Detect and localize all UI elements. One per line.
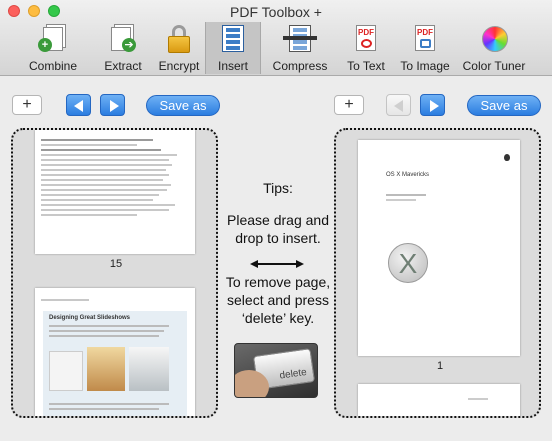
delete-key-label: delete (278, 366, 308, 382)
document-title: OS X Mavericks (386, 172, 430, 178)
section-heading: Designing Great Slideshows (49, 315, 131, 321)
toolbar-to-image-label: To Image (400, 59, 450, 73)
left-add-file-button[interactable]: + (12, 95, 42, 115)
left-document-panel[interactable]: 15 Designing Great Slideshows (11, 128, 218, 418)
page-thumbnail[interactable]: OS X Mavericks X (358, 140, 520, 356)
tips-insert-text: Please drag and drop to insert. (227, 212, 329, 246)
tips-panel: Tips: Please drag and drop to insert. To… (222, 180, 334, 327)
pdf-to-image-icon: PDF (410, 24, 440, 54)
toolbar-insert-label: Insert (217, 59, 248, 73)
toolbar-compress-label: Compress (272, 59, 328, 73)
toolbar-encrypt-button[interactable]: Encrypt (153, 22, 205, 74)
left-next-page-button[interactable] (100, 94, 125, 116)
combine-icon: + (38, 24, 68, 54)
toolbar-color-tuner-label: Color Tuner (462, 59, 526, 73)
page-number: 1 (436, 360, 444, 372)
toolbar-to-text-label: To Text (347, 59, 385, 73)
double-arrow-icon (250, 260, 304, 268)
right-arrow-icon (430, 100, 439, 112)
toolbar: PDF Toolbox + + Combine ➔ Extract Encryp… (0, 0, 552, 76)
apple-logo-icon (504, 154, 510, 161)
toolbar-combine-label: Combine (28, 59, 78, 73)
toolbar-to-text-button[interactable]: PDF To Text (340, 22, 392, 74)
left-arrow-icon (74, 100, 83, 112)
right-save-as-button[interactable]: Save as (467, 95, 541, 116)
window-title: PDF Toolbox + (230, 4, 322, 20)
right-document-panel[interactable]: OS X Mavericks X 1 (334, 128, 541, 418)
toolbar-to-image-button[interactable]: PDF To Image (397, 22, 453, 74)
right-arrow-icon (110, 100, 119, 112)
extract-icon: ➔ (108, 24, 138, 54)
compress-icon (283, 24, 317, 54)
page-thumbnail[interactable] (35, 130, 195, 254)
right-next-page-button[interactable] (420, 94, 445, 116)
toolbar-combine-button[interactable]: + Combine (22, 22, 84, 74)
left-arrow-icon (394, 100, 403, 112)
color-wheel-icon (479, 24, 509, 54)
page-number: 15 (109, 258, 123, 270)
delete-key-image: delete (234, 343, 318, 398)
pdf-to-text-icon: PDF (351, 24, 381, 54)
right-add-file-button[interactable]: + (334, 95, 364, 115)
toolbar-encrypt-label: Encrypt (158, 59, 200, 73)
tips-heading: Tips: (263, 180, 293, 196)
left-previous-page-button[interactable] (66, 94, 91, 116)
toolbar-color-tuner-button[interactable]: Color Tuner (459, 22, 529, 74)
toolbar-extract-button[interactable]: ➔ Extract (94, 22, 152, 74)
page-thumbnail[interactable] (358, 384, 520, 416)
page-thumbnail[interactable]: Designing Great Slideshows (35, 288, 195, 416)
toolbar-insert-button[interactable]: Insert (205, 22, 261, 74)
right-previous-page-button[interactable] (386, 94, 411, 116)
osx-logo-icon: X (388, 243, 428, 283)
tips-remove-text: To remove page, select and press ‘delete… (225, 274, 331, 326)
insert-icon (218, 24, 248, 54)
toolbar-compress-button[interactable]: Compress (266, 22, 334, 74)
toolbar-extract-label: Extract (104, 59, 142, 73)
lock-icon (164, 24, 194, 54)
left-save-as-button[interactable]: Save as (146, 95, 220, 116)
app-window: PDF Toolbox + + Combine ➔ Extract Encryp… (0, 0, 552, 441)
